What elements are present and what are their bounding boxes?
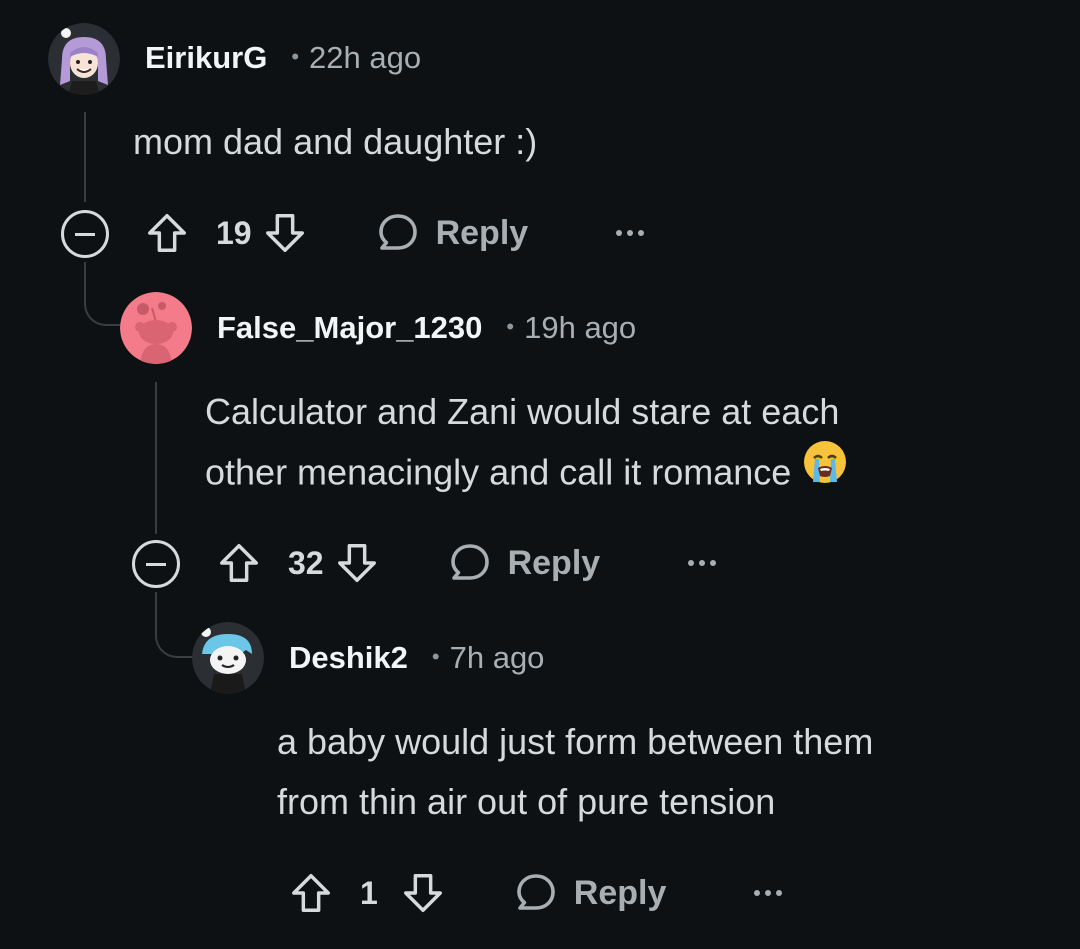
username[interactable]: Deshik2	[289, 640, 408, 676]
comment-actions: 32 Reply	[216, 538, 717, 588]
downvote-icon[interactable]	[400, 870, 446, 916]
comment-header: False_Major_1230 • 19h ago	[217, 310, 636, 346]
upvote-icon[interactable]	[288, 870, 334, 916]
comment-header: EirikurG • 22h ago	[145, 40, 421, 76]
comment-line: Calculator and Zani would stare at each	[205, 391, 840, 432]
username[interactable]: False_Major_1230	[217, 310, 482, 346]
upvote-icon[interactable]	[144, 210, 190, 256]
reply-button[interactable]: Reply	[374, 209, 529, 257]
separator-dot: •	[506, 314, 515, 339]
comment-line-with-emoji: other menacingly and call it romance	[205, 441, 849, 508]
comment-actions: 1 Reply	[288, 868, 783, 918]
vote-score: 32	[288, 544, 324, 581]
comment-line: mom dad and daughter :)	[133, 121, 538, 162]
more-options-icon[interactable]	[754, 890, 783, 896]
comment-actions: 19 Reply	[144, 208, 645, 258]
comment-body: Calculator and Zani would stare at each …	[205, 382, 849, 508]
minus-icon	[146, 562, 166, 566]
user-avatar[interactable]	[120, 292, 192, 364]
comment-line: a baby would just form between them	[277, 721, 874, 762]
vote-score: 1	[360, 874, 378, 911]
vote-score: 19	[216, 214, 252, 251]
downvote-icon[interactable]	[334, 540, 380, 586]
reply-button[interactable]: Reply	[446, 539, 601, 587]
comment-line: other menacingly and call it romance	[205, 451, 792, 493]
comment-body: a baby would just form between them from…	[277, 712, 873, 832]
speech-bubble-icon	[450, 544, 489, 580]
timestamp: 22h ago	[309, 40, 422, 75]
more-options-icon[interactable]	[616, 230, 645, 236]
thread-line[interactable]	[84, 112, 86, 202]
snoo-default-avatar-icon	[120, 292, 192, 364]
separator-dot: •	[431, 644, 440, 669]
user-avatar[interactable]	[192, 622, 264, 694]
anime-girl-avatar-icon	[48, 23, 120, 95]
reply-button[interactable]: Reply	[512, 869, 667, 917]
timestamp: 7h ago	[449, 640, 545, 675]
reply-label: Reply	[507, 543, 601, 582]
collapse-thread-button[interactable]	[61, 210, 109, 258]
snoo-blue-hair-avatar-icon	[192, 622, 264, 694]
speech-bubble-icon	[516, 874, 555, 910]
comment-header: Deshik2 • 7h ago	[289, 640, 544, 676]
downvote-icon[interactable]	[262, 210, 308, 256]
more-options-icon[interactable]	[688, 560, 717, 566]
upvote-icon[interactable]	[216, 540, 262, 586]
speech-bubble-icon	[378, 214, 417, 250]
minus-icon	[75, 232, 95, 236]
separator-dot: •	[291, 44, 300, 69]
timestamp: 19h ago	[524, 310, 637, 345]
comment-line: from thin air out of pure tension	[277, 781, 776, 822]
thread-line[interactable]	[84, 262, 122, 326]
reply-label: Reply	[435, 213, 529, 252]
username[interactable]: EirikurG	[145, 40, 267, 76]
collapse-thread-button[interactable]	[132, 540, 180, 588]
user-avatar[interactable]	[48, 23, 120, 95]
comment-body: mom dad and daughter :)	[133, 112, 537, 172]
thread-line[interactable]	[155, 592, 193, 658]
comment-thread: EirikurG • 22h ago mom dad and daughter …	[0, 0, 1080, 949]
reply-label: Reply	[573, 873, 667, 912]
thread-line[interactable]	[155, 382, 157, 534]
loudly-crying-face-emoji	[801, 438, 849, 504]
